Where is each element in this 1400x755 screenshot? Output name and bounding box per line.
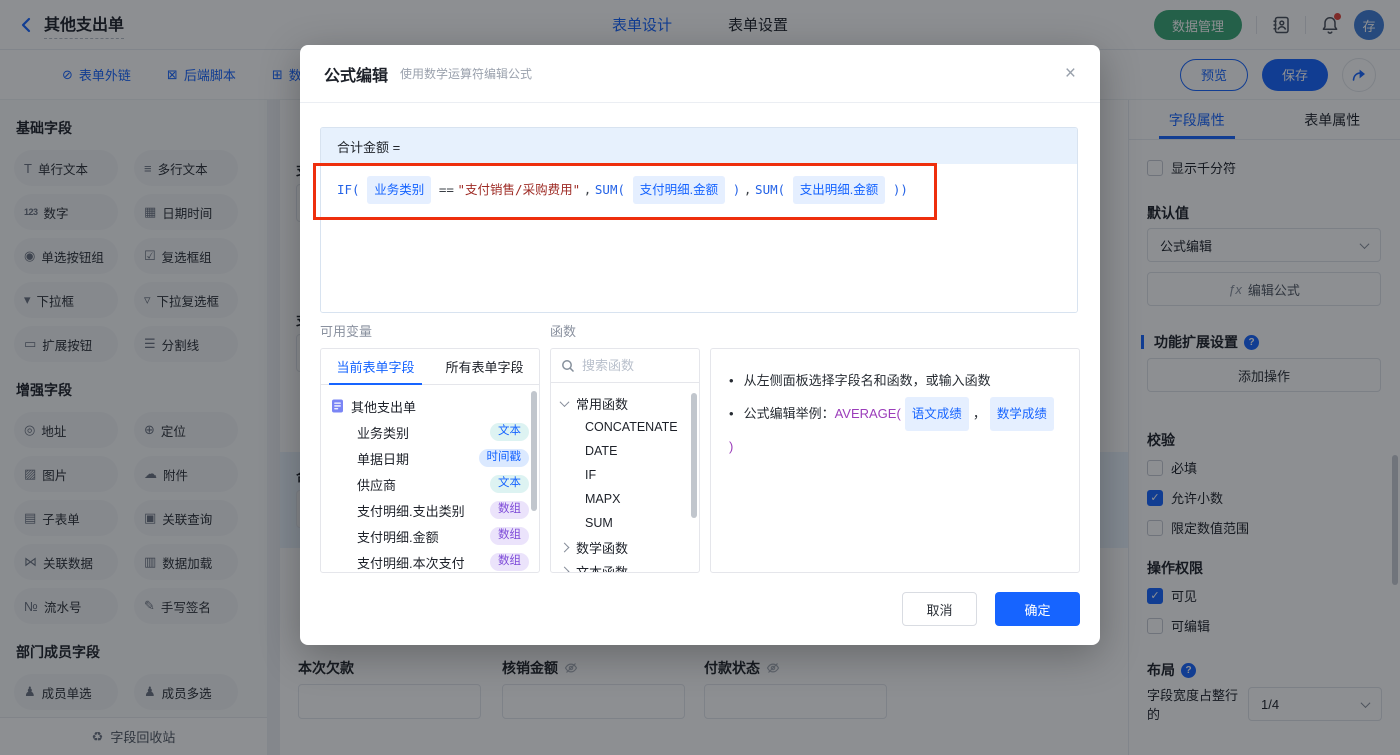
field-chip: 语文成绩 [904,397,969,431]
field-chip[interactable]: 支出明细.金额 [792,176,886,204]
function-group-label: 数学函数 [576,540,629,556]
function-item[interactable]: IF [561,463,699,487]
formula-token: )) [892,182,908,197]
variable-label: 支付明细.本次支付 [357,555,465,571]
formula-token: IF( [337,182,360,197]
modal-footer: 取消 确定 [902,592,1080,626]
scrollbar-thumb[interactable] [531,391,537,511]
modal-header: 公式编辑 使用数学运算符编辑公式 × [300,45,1100,103]
formula-token: SUM( [755,182,786,197]
variable-item[interactable]: 支付明细.本次支付 数组 [331,549,539,572]
type-badge: 数组 [490,553,529,571]
formula-token: , [583,182,592,197]
function-item[interactable]: DATE [561,439,699,463]
function-search [551,349,699,383]
function-item[interactable]: MAPX [561,487,699,511]
formula-token: SUM( [594,182,625,197]
field-chip[interactable]: 支付明细.金额 [632,176,726,204]
function-group-math[interactable]: 数学函数 [559,535,699,559]
close-icon[interactable]: × [1065,64,1076,83]
variables-label: 可用变量 [320,324,373,339]
tab-all-form-fields[interactable]: 所有表单字段 [430,349,539,384]
cancel-button[interactable]: 取消 [902,592,977,626]
help-panel: • 从左侧面板选择字段名和函数，或输入函数 • 公式编辑举例：AVERAGE(语文成… [710,348,1080,573]
variable-item[interactable]: 供应商 文本 [331,471,539,497]
function-item[interactable]: CONCATENATE [561,415,699,439]
type-badge: 数组 [490,527,529,545]
chevron-down-icon [559,396,570,407]
functions-panel: 常用函数 CONCATENATE DATE IF MAPX SUM 数学函数 文… [550,348,700,573]
type-badge: 时间戳 [478,449,529,467]
variable-item[interactable]: 支付明细.支出类别 数组 [331,497,539,523]
formula-edit-modal: 公式编辑 使用数学运算符编辑公式 × 合计金额 = IF( 业务类别 == "支… [300,45,1100,645]
type-badge: 文本 [490,475,529,493]
formula-target: 合计金额 = [321,128,1077,164]
variable-label: 供应商 [357,477,397,493]
chevron-right-icon [559,566,570,572]
formula-expression[interactable]: IF( 业务类别 == "支付销售/采购费用" , SUM( 支付明细.金额 )… [337,176,1061,204]
function-group-common[interactable]: 常用函数 [559,391,699,415]
function-group-label: 常用函数 [576,396,629,412]
variables-panel: 当前表单字段 所有表单字段 其他支出单 业务类别 文本 单据日期 时间戳 供应商 [320,348,540,573]
search-icon [562,359,575,372]
tree-root-item[interactable]: 其他支出单 [331,393,539,419]
variable-label: 支付明细.金额 [357,529,439,545]
function-group-text[interactable]: 文本函数 [559,559,699,573]
functions-label: 函数 [550,324,577,339]
tab-current-form-fields[interactable]: 当前表单字段 [321,349,430,385]
modal-subtitle: 使用数学运算符编辑公式 [400,67,533,81]
variables-tabs: 当前表单字段 所有表单字段 [321,349,539,385]
formula-editor: 合计金额 = IF( 业务类别 == "支付销售/采购费用" , SUM( 支付… [320,127,1078,313]
formula-input-area[interactable]: IF( 业务类别 == "支付销售/采购费用" , SUM( 支付明细.金额 )… [321,164,1077,312]
variable-label: 支付明细.支出类别 [357,503,465,519]
field-chip[interactable]: 业务类别 [367,176,432,204]
chevron-right-icon [559,542,570,552]
function-item[interactable]: SUM [561,511,699,535]
variable-label: 业务类别 [357,425,410,441]
type-badge: 数组 [490,501,529,519]
formula-token: == [438,182,454,197]
variables-tree: 其他支出单 业务类别 文本 单据日期 时间戳 供应商 文本 支付明细.支出类别 … [321,385,539,572]
tree-root-label: 其他支出单 [351,399,417,415]
field-chip: 数学成绩 [989,397,1054,431]
variable-label: 单据日期 [357,451,410,467]
help-tip: • 从左侧面板选择字段名和函数，或输入函数 [729,373,991,388]
document-icon [332,399,343,413]
functions-tree: 常用函数 CONCATENATE DATE IF MAPX SUM 数学函数 文… [551,383,699,573]
search-input[interactable] [582,358,682,373]
help-example: • 公式编辑举例：AVERAGE(语文成绩，数学成绩) [729,397,1061,463]
formula-token: , [743,182,752,197]
type-badge: 文本 [490,423,529,441]
variable-item[interactable]: 支付明细.金额 数组 [331,523,539,549]
variable-item[interactable]: 业务类别 文本 [331,419,539,445]
formula-string: "支付销售/采购费用" [457,182,581,197]
variable-item[interactable]: 单据日期 时间戳 [331,445,539,471]
app-window: 其他支出单 表单设计 表单设置 数据管理 存 ⊘ 表单外链 ⊠ 后端脚本 ⊞ 预… [0,0,1400,755]
confirm-button[interactable]: 确定 [995,592,1080,626]
scrollbar-thumb[interactable] [691,393,697,518]
formula-token: ) [732,182,741,197]
function-group-label: 文本函数 [576,564,629,573]
modal-title: 公式编辑 [324,67,389,85]
